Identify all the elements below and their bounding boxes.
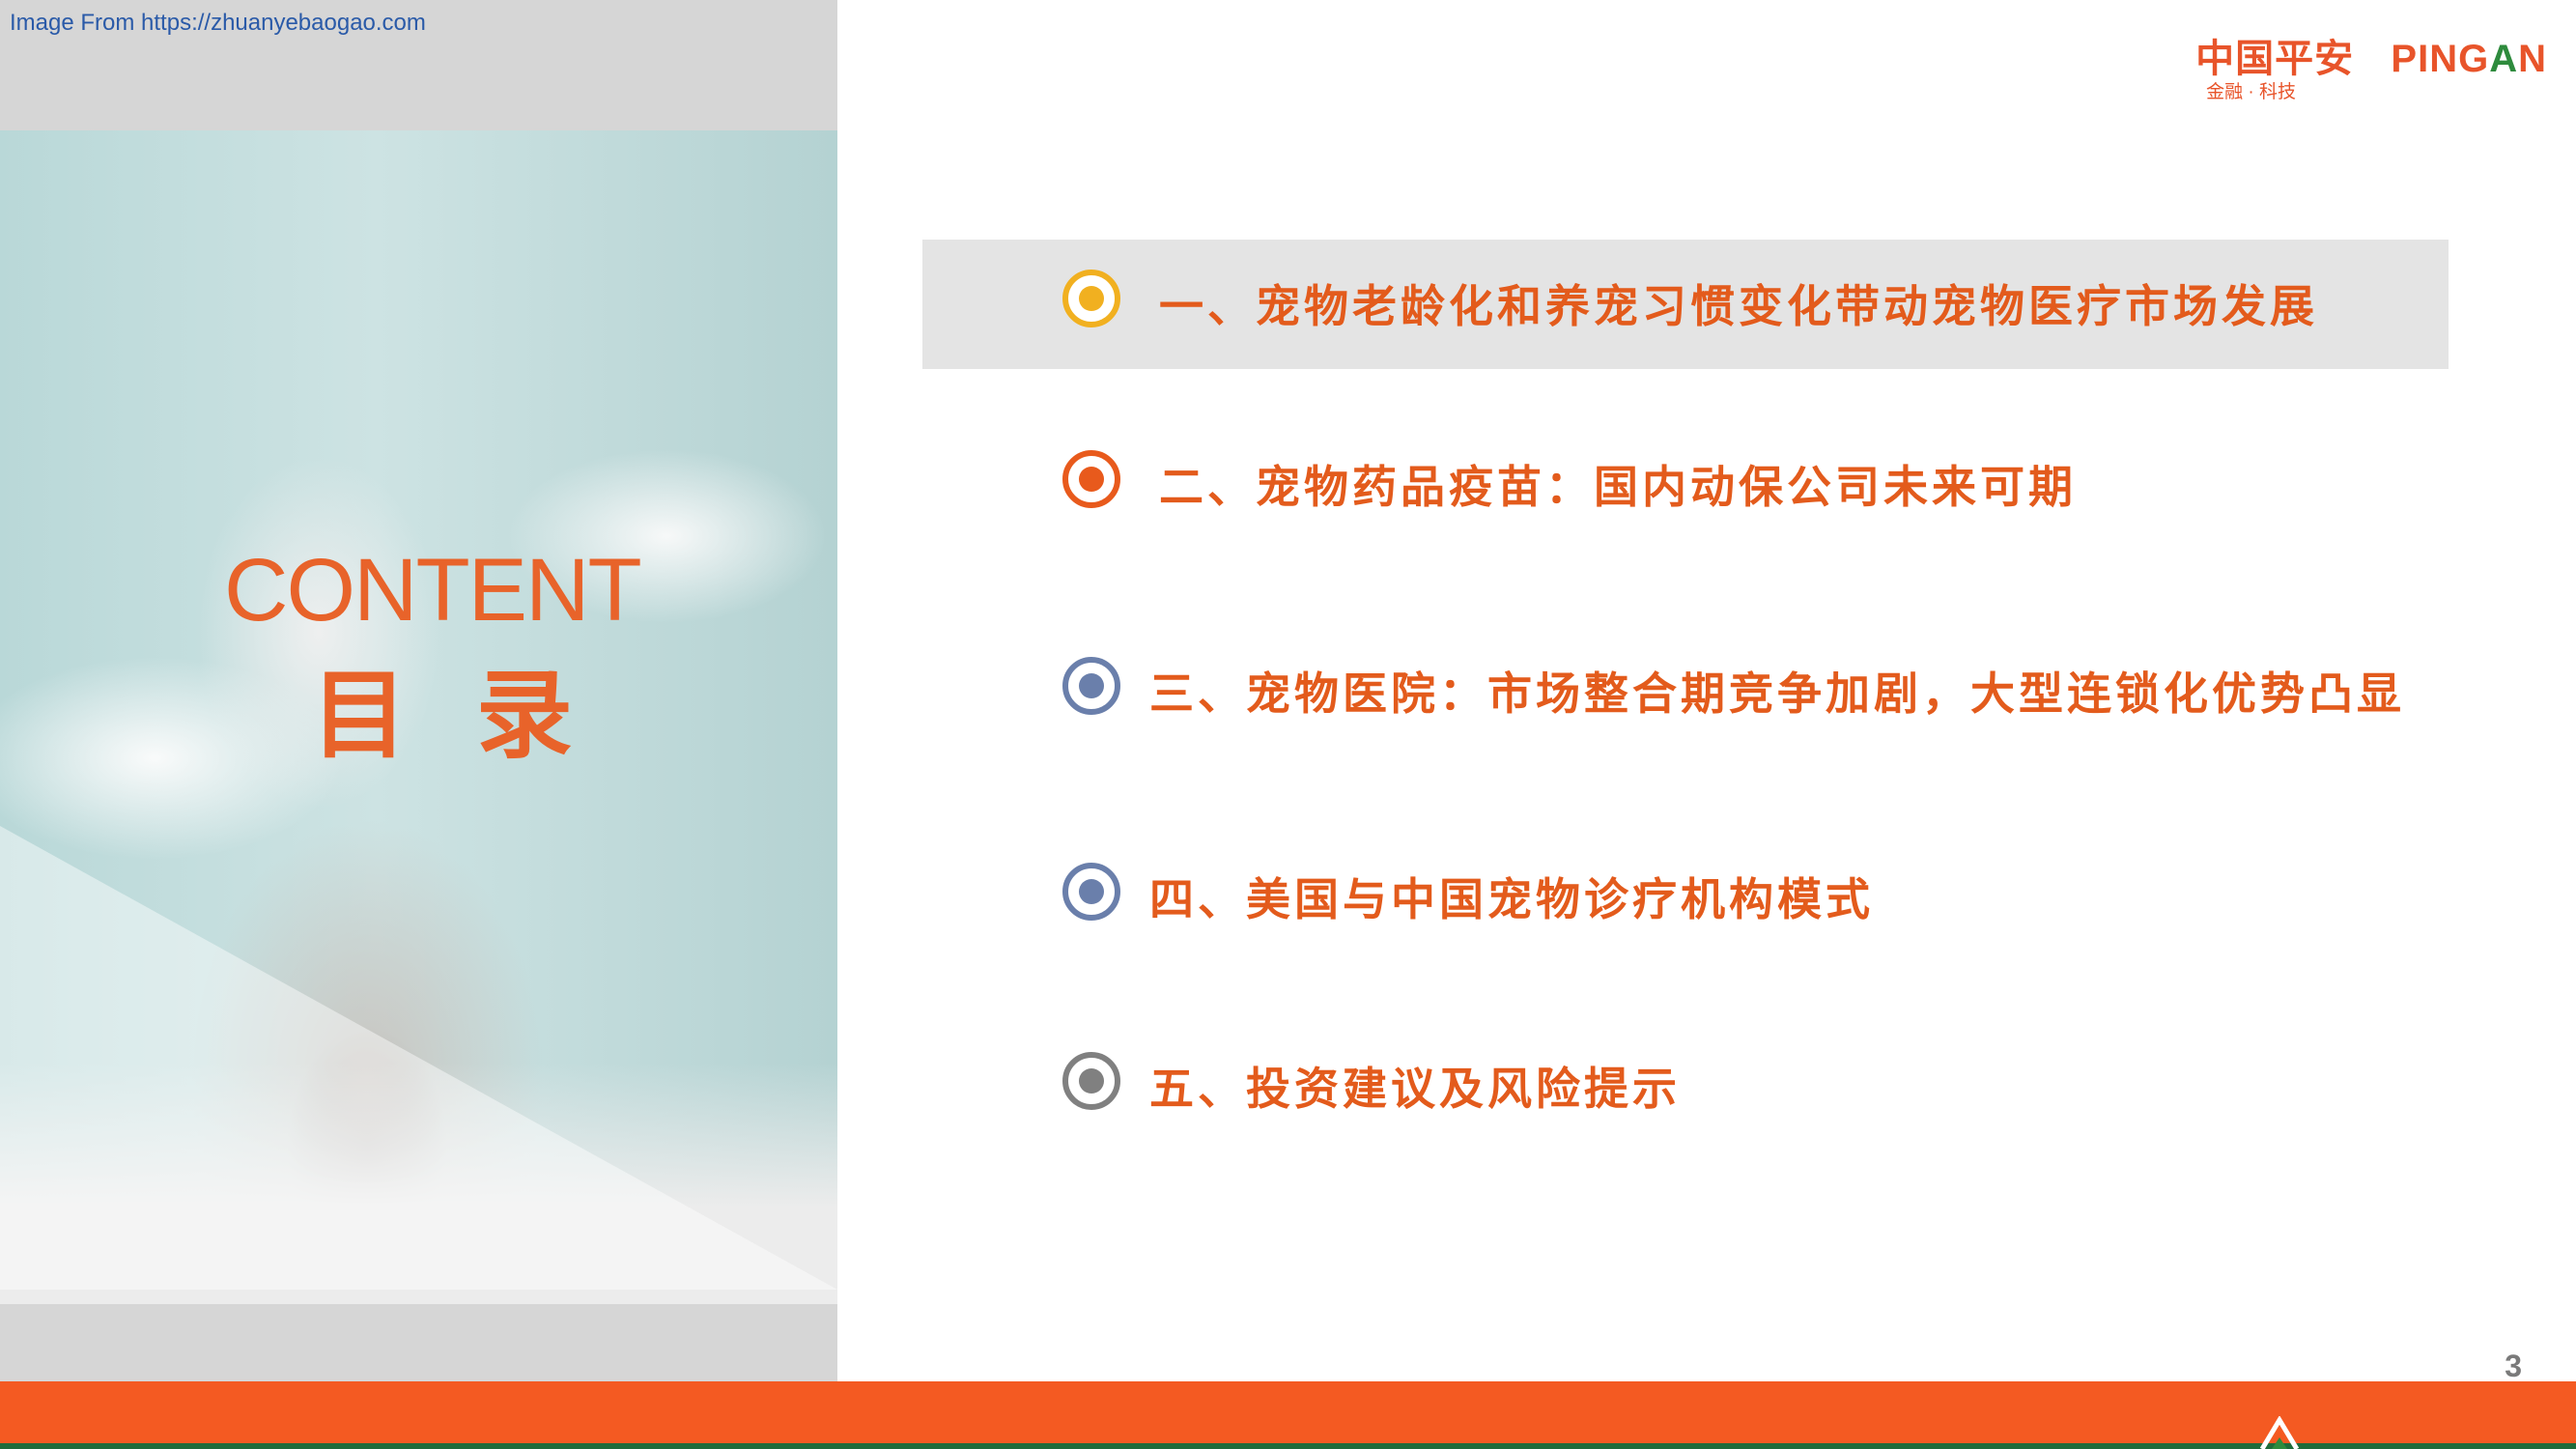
toc-item-text: 五、投资建议及风险提示 bbox=[1149, 1063, 1681, 1115]
radio-marker-icon bbox=[1062, 657, 1120, 715]
pingan-logo: 中国平安 PINGAN 金融 · 科技 bbox=[2161, 27, 2547, 104]
toc-item-text: 四、美国与中国宠物诊疗机构模式 bbox=[1149, 873, 1874, 925]
radio-marker-icon bbox=[1062, 1052, 1120, 1110]
radio-marker-icon bbox=[1062, 863, 1120, 921]
toc-item-text: 一、宠物老龄化和养宠习惯变化带动宠物医疗市场发展 bbox=[1159, 280, 2318, 332]
logo-en-b: A bbox=[2489, 38, 2519, 80]
footer-logo-icon bbox=[2259, 1416, 2300, 1449]
radio-marker-icon bbox=[1062, 450, 1120, 508]
toc-item-text: 二、宠物药品疫苗：国内动保公司未来可期 bbox=[1159, 461, 2077, 513]
logo-en-c: N bbox=[2518, 38, 2547, 80]
toc-item-text: 三、宠物医院：市场整合期竞争加剧，大型连锁化优势凸显 bbox=[1149, 668, 2405, 720]
watermark-text: Image From https://zhuanyebaogao.com bbox=[10, 10, 426, 36]
logo-tagline: 金融 · 科技 bbox=[2206, 82, 2296, 102]
content-title-cn: 目 录 bbox=[311, 658, 590, 772]
radio-marker-icon bbox=[1062, 270, 1120, 327]
logo-main: 中国平安 PINGAN bbox=[2195, 27, 2547, 83]
left-image-panel: Image From https://zhuanyebaogao.com CON… bbox=[0, 0, 837, 1381]
footer-line bbox=[0, 1443, 2576, 1449]
page-number: 3 bbox=[2505, 1349, 2522, 1383]
logo-cn: 中国平安 bbox=[2195, 38, 2355, 80]
footer-bar bbox=[0, 1381, 2576, 1443]
content-title-en: CONTENT bbox=[224, 541, 642, 639]
logo-en-a: PING bbox=[2391, 38, 2490, 80]
